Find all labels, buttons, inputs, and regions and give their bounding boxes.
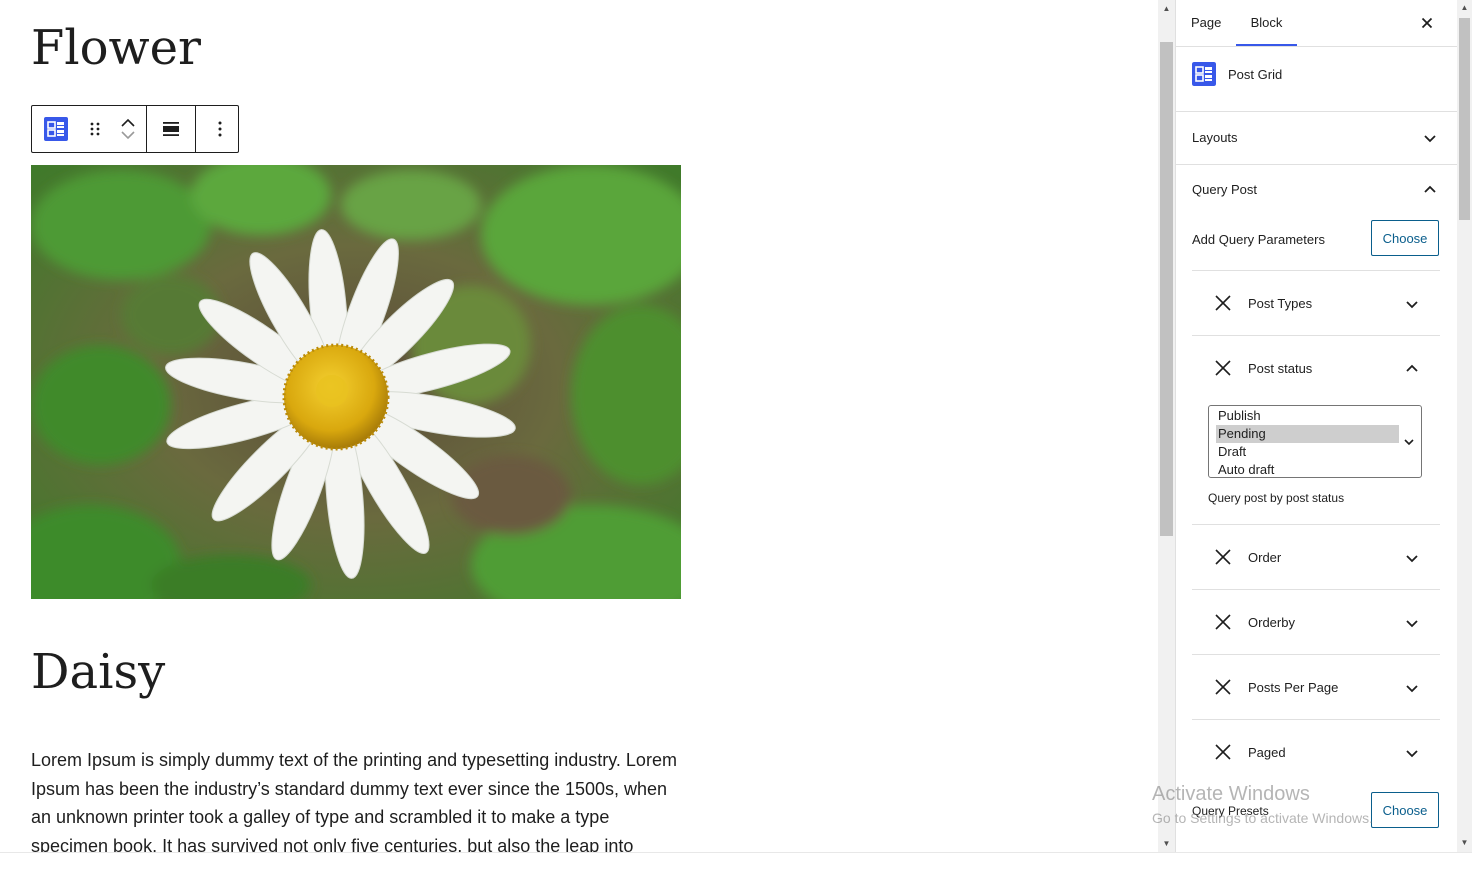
more-options-button[interactable] — [196, 106, 244, 152]
block-card: Post Grid — [1176, 47, 1458, 112]
query-item-label: Orderby — [1248, 615, 1295, 630]
drag-handle-icon — [90, 122, 100, 136]
query-item-label: Posts Per Page — [1248, 680, 1339, 695]
panel-query-post-label: Query Post — [1192, 182, 1258, 197]
post-title[interactable]: Flower — [31, 18, 201, 78]
panel-query-post[interactable]: Query Post — [1176, 164, 1458, 216]
block-name: Post Grid — [1228, 67, 1283, 82]
chevron-down-icon — [1406, 301, 1418, 309]
bottom-bar — [0, 852, 1472, 869]
chevron-down-icon — [1406, 555, 1418, 563]
remove-icon[interactable] — [1214, 294, 1232, 312]
query-item-order[interactable]: Order — [1192, 524, 1440, 589]
editor-canvas: Flower Daisy Lorem Ipsum is simply dummy… — [0, 0, 1158, 852]
choose-query-presets-button[interactable]: Choose — [1371, 792, 1439, 828]
post-status-option[interactable]: Draft — [1209, 443, 1390, 461]
move-buttons — [110, 106, 146, 152]
move-up-icon[interactable] — [120, 117, 136, 129]
editor-scrollbar-thumb[interactable] — [1160, 42, 1173, 536]
toolbar-block-group — [32, 106, 147, 152]
chevron-down-icon — [1404, 439, 1414, 446]
toolbar-more-group — [196, 106, 244, 152]
chevron-down-icon — [1406, 620, 1418, 628]
remove-icon[interactable] — [1214, 743, 1232, 761]
query-item-paged[interactable]: Paged — [1192, 719, 1440, 784]
panel-layouts[interactable]: Layouts — [1176, 112, 1458, 165]
post-heading[interactable]: Daisy — [31, 642, 165, 702]
remove-icon[interactable] — [1214, 359, 1232, 377]
query-item-label: Paged — [1248, 745, 1286, 760]
post-status-select[interactable]: Publish Pending Draft Auto draft — [1208, 405, 1422, 478]
post-grid-icon — [1192, 62, 1216, 86]
toolbar-align-group — [147, 106, 196, 152]
chevron-down-icon — [1406, 685, 1418, 693]
query-item-posts-per-page[interactable]: Posts Per Page — [1192, 654, 1440, 719]
panel-layouts-label: Layouts — [1192, 130, 1238, 145]
chevron-down-icon — [1424, 135, 1436, 143]
more-options-icon — [218, 121, 222, 137]
close-sidebar-button[interactable] — [1416, 12, 1438, 34]
align-button[interactable] — [147, 106, 195, 152]
sidebar-tabs: Page Block — [1176, 0, 1458, 47]
block-type-button[interactable] — [32, 106, 80, 152]
query-item-orderby[interactable]: Orderby — [1192, 589, 1440, 654]
daisy-image[interactable] — [31, 165, 681, 599]
chevron-up-icon — [1406, 364, 1418, 372]
query-item-post-types[interactable]: Post Types — [1192, 270, 1440, 335]
query-item-label: Post status — [1248, 361, 1313, 376]
remove-icon[interactable] — [1214, 613, 1232, 631]
scroll-down-arrow-icon[interactable]: ▼ — [1457, 835, 1472, 850]
drag-handle-button[interactable] — [80, 106, 110, 152]
align-icon — [163, 122, 179, 136]
remove-icon[interactable] — [1214, 548, 1232, 566]
editor-scrollbar[interactable]: ▲ ▼ — [1158, 0, 1175, 852]
post-status-help: Query post by post status — [1208, 491, 1345, 505]
settings-sidebar: Page Block Post Grid Layouts Query Post … — [1175, 0, 1458, 852]
post-status-option[interactable]: Publish — [1209, 407, 1390, 425]
chevron-down-icon — [1406, 750, 1418, 758]
query-item-label: Order — [1248, 550, 1282, 565]
scroll-up-arrow-icon[interactable]: ▲ — [1158, 0, 1175, 17]
tab-page[interactable]: Page — [1191, 0, 1221, 46]
remove-icon[interactable] — [1214, 678, 1232, 696]
post-status-option[interactable]: Auto draft — [1209, 461, 1390, 479]
sidebar-scrollbar-thumb[interactable] — [1459, 18, 1470, 220]
post-status-option-selected[interactable]: Pending — [1216, 425, 1399, 443]
sidebar-scrollbar[interactable]: ▲ ▼ — [1457, 0, 1472, 852]
tab-block[interactable]: Block — [1236, 0, 1297, 46]
close-icon — [1421, 17, 1433, 29]
scroll-up-arrow-icon[interactable]: ▲ — [1457, 0, 1472, 15]
post-paragraph[interactable]: Lorem Ipsum is simply dummy text of the … — [31, 746, 681, 852]
post-grid-icon — [44, 117, 68, 141]
block-toolbar — [31, 105, 239, 153]
chevron-up-icon — [1424, 185, 1436, 193]
scroll-down-arrow-icon[interactable]: ▼ — [1158, 835, 1175, 852]
query-item-label: Post Types — [1248, 296, 1313, 311]
move-down-icon[interactable] — [120, 129, 136, 141]
choose-query-parameters-button[interactable]: Choose — [1371, 220, 1439, 256]
add-query-parameters-label: Add Query Parameters — [1192, 232, 1325, 247]
query-presets-label: Query Presets — [1192, 804, 1269, 818]
